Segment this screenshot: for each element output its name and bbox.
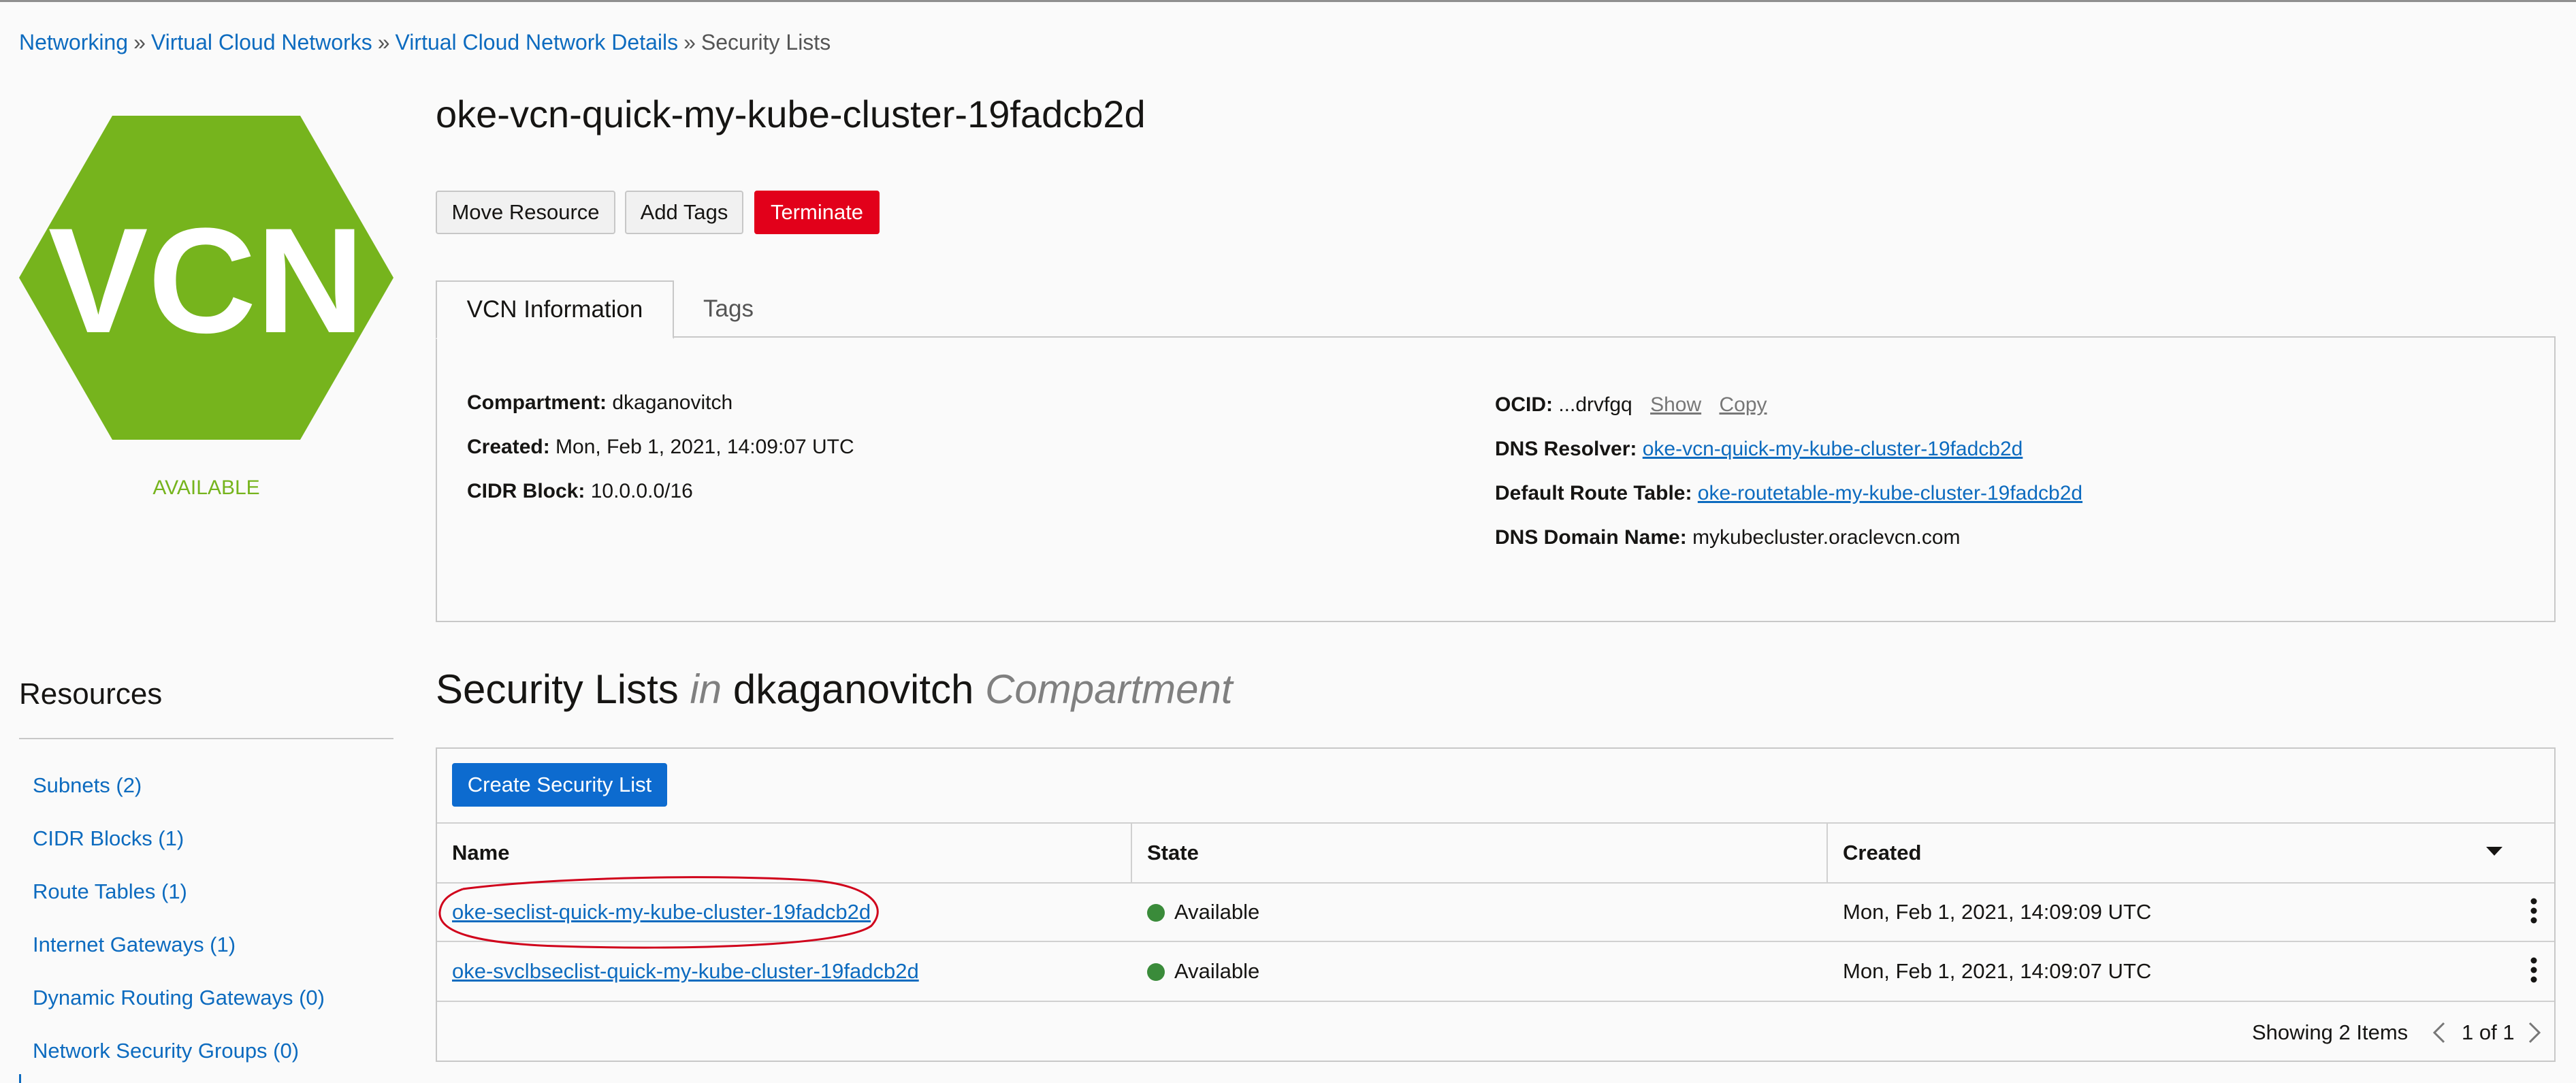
move-resource-button[interactable]: Move Resource <box>436 191 615 234</box>
breadcrumb-separator: » <box>133 30 146 54</box>
breadcrumb: Networking» Virtual Cloud Networks» Virtua… <box>19 30 831 55</box>
info-ocid-value: ...drvfgq <box>1558 393 1632 416</box>
table-row-state-text: Available <box>1174 900 1260 924</box>
column-header-state[interactable]: State <box>1147 841 1199 865</box>
tab-tags[interactable]: Tags <box>681 280 776 338</box>
create-security-list-button[interactable]: Create Security List <box>452 763 667 807</box>
table-row-state: Available <box>1147 900 1259 924</box>
resource-link-dynamic-routing-gateways[interactable]: Dynamic Routing Gateways (0) <box>33 986 325 1010</box>
info-route-table: Default Route Table: oke-routetable-my-k… <box>1495 482 2082 505</box>
resource-link-internet-gateways[interactable]: Internet Gateways (1) <box>33 933 236 957</box>
info-compartment: Compartment: dkaganovitch <box>467 391 732 415</box>
info-dns-domain-value: mykubecluster.oraclevcn.com <box>1692 526 1961 549</box>
column-header-created[interactable]: Created <box>1843 841 1921 865</box>
info-dns-domain-label: DNS Domain Name: <box>1495 526 1687 549</box>
next-page-chevron-right-icon[interactable] <box>2527 1021 2542 1048</box>
table-row-state: Available <box>1147 959 1259 984</box>
info-cidr-value: 10.0.0.0/16 <box>590 480 693 502</box>
page-title: oke-vcn-quick-my-kube-cluster-19fadcb2d <box>436 93 1146 135</box>
breadcrumb-virtual-cloud-networks[interactable]: Virtual Cloud Networks <box>151 30 372 54</box>
info-created-value: Mon, Feb 1, 2021, 14:09:07 UTC <box>556 436 854 458</box>
resources-title: Resources <box>19 677 163 711</box>
terminate-button[interactable]: Terminate <box>754 191 880 234</box>
dns-resolver-link[interactable]: oke-vcn-quick-my-kube-cluster-19fadcb2d <box>1643 438 2023 460</box>
table-row-created: Mon, Feb 1, 2021, 14:09:09 UTC <box>1843 900 2152 924</box>
resource-link-cidr-blocks[interactable]: CIDR Blocks (1) <box>33 826 184 851</box>
breadcrumb-current: Security Lists <box>701 30 831 54</box>
top-border <box>0 0 2576 2</box>
resources-divider <box>19 738 393 739</box>
info-compartment-label: Compartment: <box>467 391 607 414</box>
column-divider <box>1131 822 1132 884</box>
table-row-state-text: Available <box>1174 959 1260 983</box>
section-title: Security Lists <box>436 666 679 712</box>
page-indicator: 1 of 1 <box>2462 1020 2515 1044</box>
info-cidr-label: CIDR Block: <box>467 480 585 502</box>
resource-link-subnets[interactable]: Subnets (2) <box>33 773 142 798</box>
info-ocid: OCID: ...drvfgq Show Copy <box>1495 393 1767 417</box>
row-actions-kebab-icon[interactable] <box>2530 897 2538 928</box>
info-created-label: Created: <box>467 436 550 458</box>
info-created: Created: Mon, Feb 1, 2021, 14:09:07 UTC <box>467 436 854 459</box>
info-route-table-label: Default Route Table: <box>1495 482 1692 504</box>
ocid-copy-link[interactable]: Copy <box>1719 393 1767 416</box>
ocid-show-link[interactable]: Show <box>1650 393 1701 416</box>
info-compartment-value: dkaganovitch <box>612 391 733 414</box>
breadcrumb-networking[interactable]: Networking <box>19 30 128 54</box>
table-row-name-link[interactable]: oke-svclbseclist-quick-my-kube-cluster-1… <box>452 959 919 984</box>
table-row-created: Mon, Feb 1, 2021, 14:09:07 UTC <box>1843 959 2152 983</box>
resource-link-route-tables[interactable]: Route Tables (1) <box>33 879 187 904</box>
section-compartment-word: Compartment <box>985 666 1233 712</box>
info-dns-domain: DNS Domain Name: mykubecluster.oraclevcn… <box>1495 526 1961 549</box>
column-divider <box>1826 822 1828 884</box>
row-actions-kebab-icon[interactable] <box>2530 956 2538 987</box>
resource-status: AVAILABLE <box>152 476 260 499</box>
section-in-word: in <box>690 666 722 712</box>
breadcrumb-vcn-details[interactable]: Virtual Cloud Network Details <box>396 30 679 54</box>
vcn-hexagon-icon: VCN <box>19 116 393 440</box>
previous-page-chevron-left-icon[interactable] <box>2432 1021 2447 1048</box>
vcn-information-panel <box>436 336 2556 622</box>
vcn-icon-label: VCN <box>48 197 365 364</box>
table-header-top-rule <box>437 822 2554 824</box>
breadcrumb-separator: » <box>377 30 390 54</box>
route-table-link[interactable]: oke-routetable-my-kube-cluster-19fadcb2d <box>1698 482 2082 504</box>
info-dns-resolver-label: DNS Resolver: <box>1495 438 1637 460</box>
info-cidr: CIDR Block: 10.0.0.0/16 <box>467 480 693 503</box>
column-header-name[interactable]: Name <box>452 841 509 865</box>
section-heading: Security Lists in dkaganovitch Compartme… <box>436 666 1233 713</box>
available-status-dot-icon <box>1147 904 1165 922</box>
sort-caret-down-icon[interactable] <box>2485 844 2504 861</box>
sidebar-scroll-marker <box>19 1074 21 1083</box>
items-count: Showing 2 Items <box>2252 1020 2409 1044</box>
info-dns-resolver: DNS Resolver: oke-vcn-quick-my-kube-clus… <box>1495 438 2023 461</box>
section-compartment: dkaganovitch <box>732 666 974 712</box>
breadcrumb-separator: » <box>683 30 696 54</box>
info-ocid-label: OCID: <box>1495 393 1553 416</box>
table-footer-rule <box>437 1001 2554 1002</box>
available-status-dot-icon <box>1147 963 1165 981</box>
resource-link-network-security-groups[interactable]: Network Security Groups (0) <box>33 1039 299 1063</box>
add-tags-button[interactable]: Add Tags <box>625 191 743 234</box>
tab-vcn-information[interactable]: VCN Information <box>436 280 674 339</box>
table-row-name-link[interactable]: oke-seclist-quick-my-kube-cluster-19fadc… <box>452 900 871 924</box>
